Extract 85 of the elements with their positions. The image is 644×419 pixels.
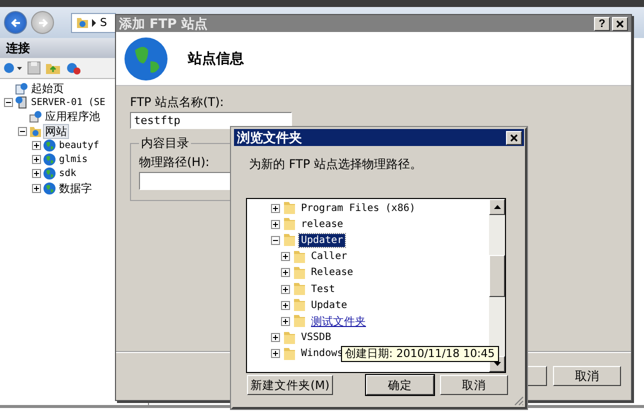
tree-item[interactable]: 起始页: [30, 82, 65, 95]
folder-icon: [293, 266, 306, 280]
collapse-icon[interactable]: [18, 126, 27, 136]
collapse-icon[interactable]: [4, 98, 13, 107]
back-arrow-icon: [10, 16, 22, 28]
dialog-button[interactable]: 新建文件夹(M): [247, 375, 333, 395]
close-icon: [616, 20, 624, 28]
expand-icon[interactable]: [281, 284, 290, 294]
scroll-up-button[interactable]: [489, 199, 505, 215]
group-title: 内容目录: [140, 135, 190, 152]
app-pool-icon: [29, 110, 42, 124]
folder-icon: [283, 346, 296, 361]
expand-icon[interactable]: [281, 316, 290, 326]
close-button[interactable]: [506, 130, 522, 144]
connect-icon[interactable]: [3, 61, 23, 75]
folder-item[interactable]: Program Files (x86): [299, 202, 418, 215]
folder-icon: [293, 298, 306, 312]
folder-item[interactable]: VSSDB: [299, 331, 334, 344]
expand-icon[interactable]: [32, 184, 41, 193]
folder-item[interactable]: Test: [309, 282, 338, 296]
dialog-button[interactable]: 取消: [440, 375, 508, 395]
expand-icon[interactable]: [271, 220, 280, 229]
scrollbar-thumb[interactable]: [489, 255, 505, 297]
forward-arrow-icon: [36, 16, 48, 28]
expand-icon[interactable]: [32, 169, 41, 178]
caret-up-icon: [494, 205, 500, 209]
folder-item[interactable]: Updater: [299, 234, 346, 247]
tooltip: 创建日期: 2010/11/18 10:45: [341, 346, 499, 362]
expand-icon[interactable]: [281, 252, 290, 262]
expand-icon[interactable]: [271, 349, 280, 358]
forward-button[interactable]: [31, 11, 54, 34]
tree-item[interactable]: 网站: [44, 124, 68, 138]
globe-icon: [43, 167, 56, 180]
globe-icon: [124, 36, 168, 80]
folder-icon: [293, 282, 306, 296]
panel-title: 连接: [6, 40, 30, 56]
tree-item[interactable]: 数据字: [58, 182, 93, 195]
expand-icon[interactable]: [271, 204, 280, 213]
sites-folder-icon: [29, 124, 42, 138]
disconnect-icon[interactable]: [65, 61, 81, 75]
server-icon: [15, 96, 28, 109]
tree-item[interactable]: sdk: [58, 167, 78, 180]
folder-item[interactable]: 测试文件夹: [309, 314, 368, 328]
folder-icon: [283, 330, 296, 345]
folder-icon: [283, 233, 296, 248]
address-bar[interactable]: S: [71, 12, 116, 32]
expand-icon[interactable]: [32, 140, 41, 150]
tree-item[interactable]: SERVER-01 (SE: [30, 96, 106, 109]
page-heading: 站点信息: [188, 50, 244, 68]
field-label: FTP 站点名称(T):: [130, 94, 224, 111]
tree-item[interactable]: 应用程序池: [44, 110, 101, 124]
expand-icon[interactable]: [281, 268, 290, 278]
tree-item[interactable]: glmis: [58, 153, 89, 166]
site-name-field[interactable]: testftp: [130, 112, 292, 129]
folder-item[interactable]: release: [299, 218, 346, 231]
back-button[interactable]: [4, 11, 27, 34]
folder-icon: [293, 250, 306, 264]
globe-icon: [43, 182, 56, 195]
globe-icon: [43, 138, 56, 152]
expand-icon[interactable]: [281, 300, 290, 310]
folder-icon: [283, 217, 296, 232]
tree-item[interactable]: beautyf: [58, 138, 100, 152]
dialog-button[interactable]: 确定: [366, 375, 434, 395]
folder-icon: [283, 201, 296, 216]
help-button[interactable]: ?: [594, 16, 610, 30]
dialog-title: 添加 FTP 站点: [119, 16, 208, 32]
collapse-icon[interactable]: [271, 236, 280, 245]
close-button[interactable]: [612, 16, 628, 30]
cancel-button[interactable]: 取消: [553, 366, 621, 386]
folder-icon: [293, 314, 306, 328]
close-icon: [510, 134, 518, 142]
globe-icon: [43, 153, 56, 166]
dialog-title: 浏览文件夹: [237, 130, 302, 146]
field-label: 物理路径(H):: [139, 154, 210, 171]
folder-item[interactable]: Release: [309, 266, 356, 280]
resize-grip-icon: [513, 395, 524, 406]
folder-item[interactable]: Update: [309, 298, 350, 312]
folder-up-icon[interactable]: [45, 61, 61, 75]
expand-icon[interactable]: [271, 333, 280, 342]
expand-icon[interactable]: [32, 155, 41, 164]
chevron-icon: [92, 18, 97, 26]
folder-icon: [76, 16, 89, 29]
folder-item[interactable]: Caller: [309, 250, 350, 264]
instruction-text: 为新的 FTP 站点选择物理路径。: [249, 156, 422, 173]
home-page-icon: [15, 82, 28, 95]
